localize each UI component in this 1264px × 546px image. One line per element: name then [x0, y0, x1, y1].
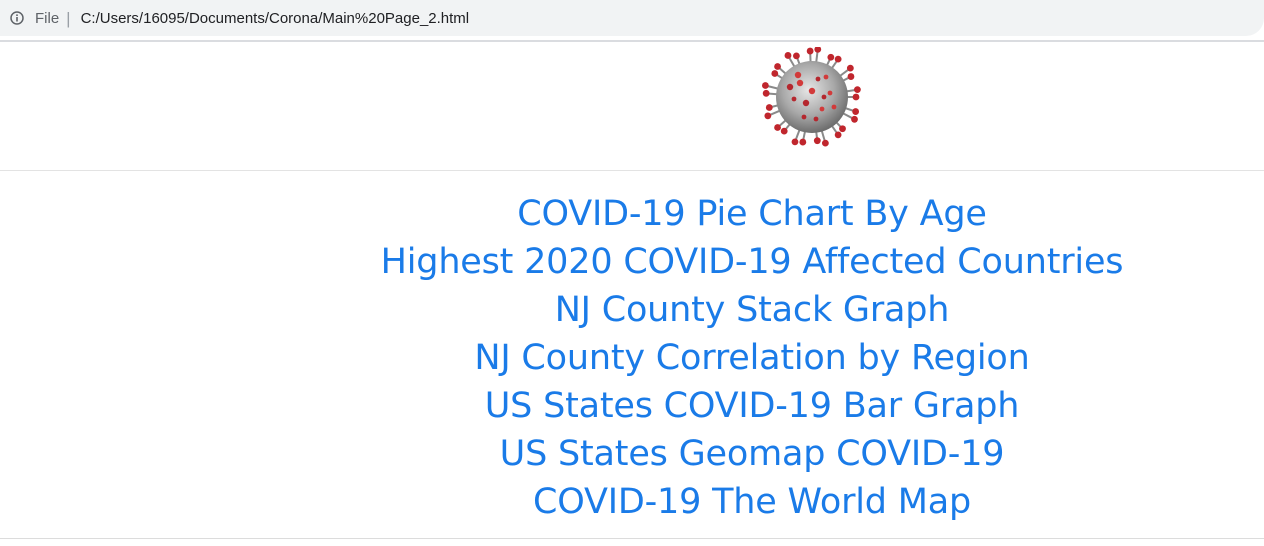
link-nj-county-correlation[interactable]: NJ County Correlation by Region [474, 338, 1029, 378]
link-affected-countries[interactable]: Highest 2020 COVID-19 Affected Countries [381, 242, 1124, 282]
link-us-states-bar-graph[interactable]: US States COVID-19 Bar Graph [485, 386, 1020, 426]
link-nj-county-stack-graph[interactable]: NJ County Stack Graph [555, 290, 950, 330]
info-icon[interactable] [10, 11, 24, 25]
url-text[interactable]: C:/Users/16095/Documents/Corona/Main%20P… [81, 10, 470, 27]
address-bar[interactable]: File | C:/Users/16095/Documents/Corona/M… [0, 0, 1264, 36]
coronavirus-icon [760, 45, 864, 147]
nav-item: NJ County Correlation by Region [0, 334, 1264, 382]
header-divider [0, 170, 1264, 171]
nav-item: COVID-19 Pie Chart By Age [0, 190, 1264, 238]
page-header [0, 42, 1264, 170]
link-pie-chart-by-age[interactable]: COVID-19 Pie Chart By Age [517, 194, 987, 234]
bottom-divider [0, 538, 1264, 539]
nav-item: COVID-19 The World Map [0, 478, 1264, 526]
link-us-states-geomap[interactable]: US States Geomap COVID-19 [500, 434, 1005, 474]
nav-item: Highest 2020 COVID-19 Affected Countries [0, 238, 1264, 286]
nav-item: NJ County Stack Graph [0, 286, 1264, 334]
separator: | [66, 8, 71, 28]
link-world-map[interactable]: COVID-19 The World Map [533, 482, 971, 522]
file-label: File [35, 9, 60, 27]
nav-item: US States COVID-19 Bar Graph [0, 382, 1264, 430]
nav-item: US States Geomap COVID-19 [0, 430, 1264, 478]
